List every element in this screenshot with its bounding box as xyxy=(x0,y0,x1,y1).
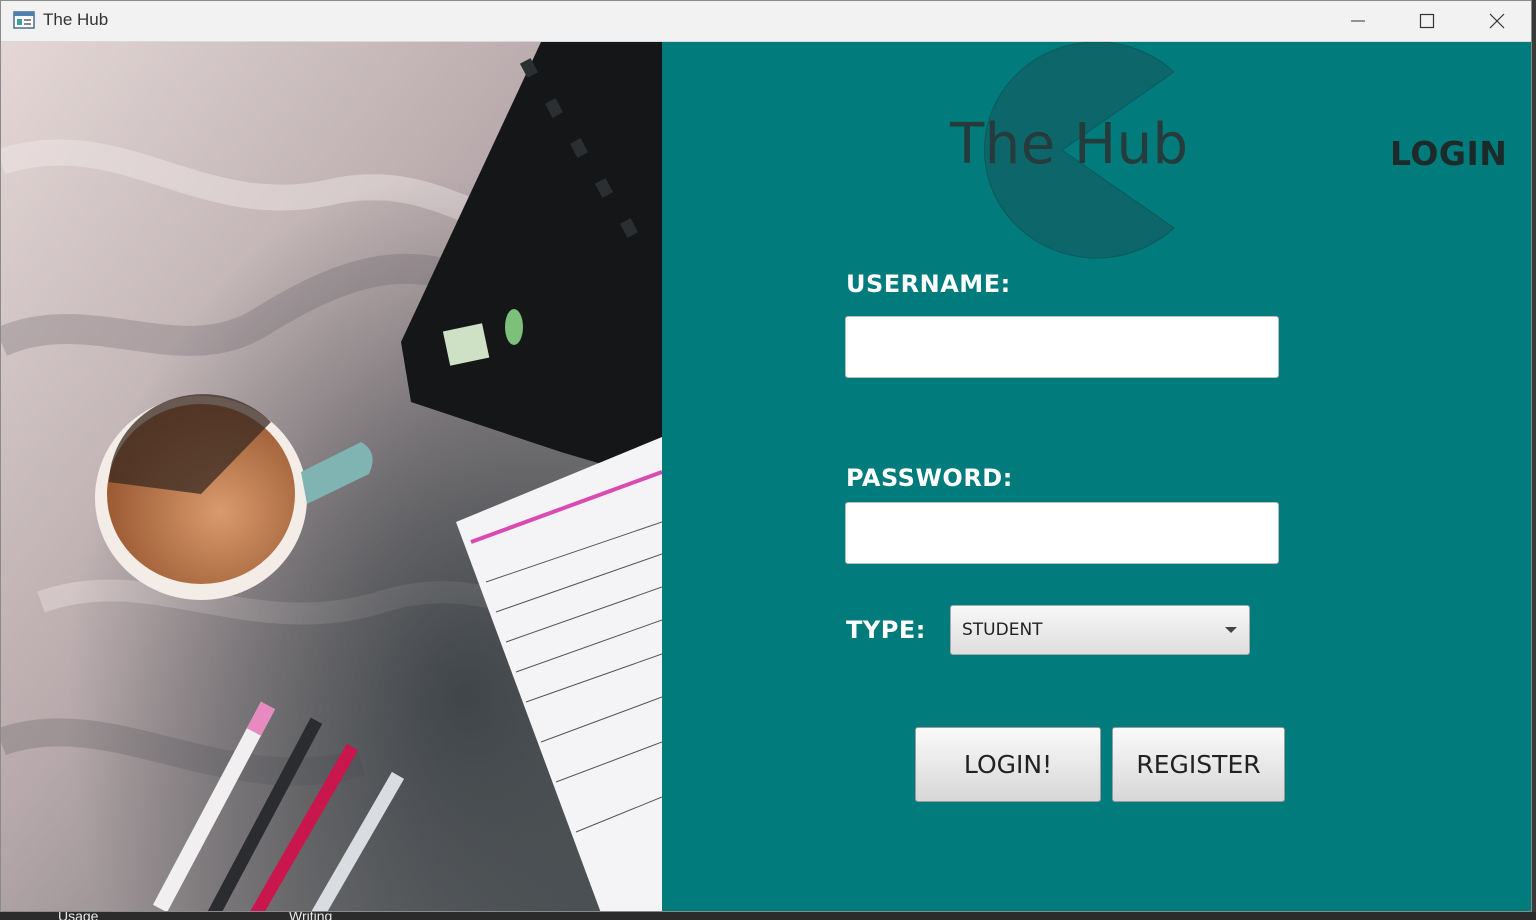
close-icon xyxy=(1489,13,1505,29)
register-button[interactable]: REGISTER xyxy=(1112,727,1285,802)
type-dropdown[interactable]: STUDENT xyxy=(950,605,1250,655)
login-panel: The Hub LOGIN USERNAME: PASSWORD: TYPE: … xyxy=(662,42,1531,911)
login-button[interactable]: LOGIN! xyxy=(915,727,1101,802)
password-label: PASSWORD: xyxy=(846,464,1013,492)
app-window: The Hub The Hub LOGIN USERNAME: PASSWORD… xyxy=(0,0,1532,912)
minimize-icon xyxy=(1351,20,1365,22)
maximize-icon xyxy=(1419,13,1435,29)
background-item-usage: Usage xyxy=(58,912,99,920)
password-input[interactable] xyxy=(845,502,1279,564)
app-title: The Hub xyxy=(950,112,1189,177)
maximize-button[interactable] xyxy=(1392,1,1462,41)
background-photo xyxy=(1,42,662,911)
app-window-icon xyxy=(13,11,35,29)
page-heading: LOGIN xyxy=(1390,134,1508,173)
minimize-button[interactable] xyxy=(1323,1,1393,41)
background-window-strip: Usage Writing xyxy=(0,912,1536,920)
study-desk-photo xyxy=(1,42,662,911)
username-input[interactable] xyxy=(845,316,1279,378)
title-bar[interactable]: The Hub xyxy=(1,1,1531,42)
type-label: TYPE: xyxy=(846,616,926,644)
type-selected-value: STUDENT xyxy=(962,620,1043,640)
dropdown-arrow-icon xyxy=(1225,627,1237,633)
background-item-writing: Writing xyxy=(289,912,333,920)
close-button[interactable] xyxy=(1462,1,1531,41)
window-title: The Hub xyxy=(43,10,109,29)
username-label: USERNAME: xyxy=(846,270,1011,298)
